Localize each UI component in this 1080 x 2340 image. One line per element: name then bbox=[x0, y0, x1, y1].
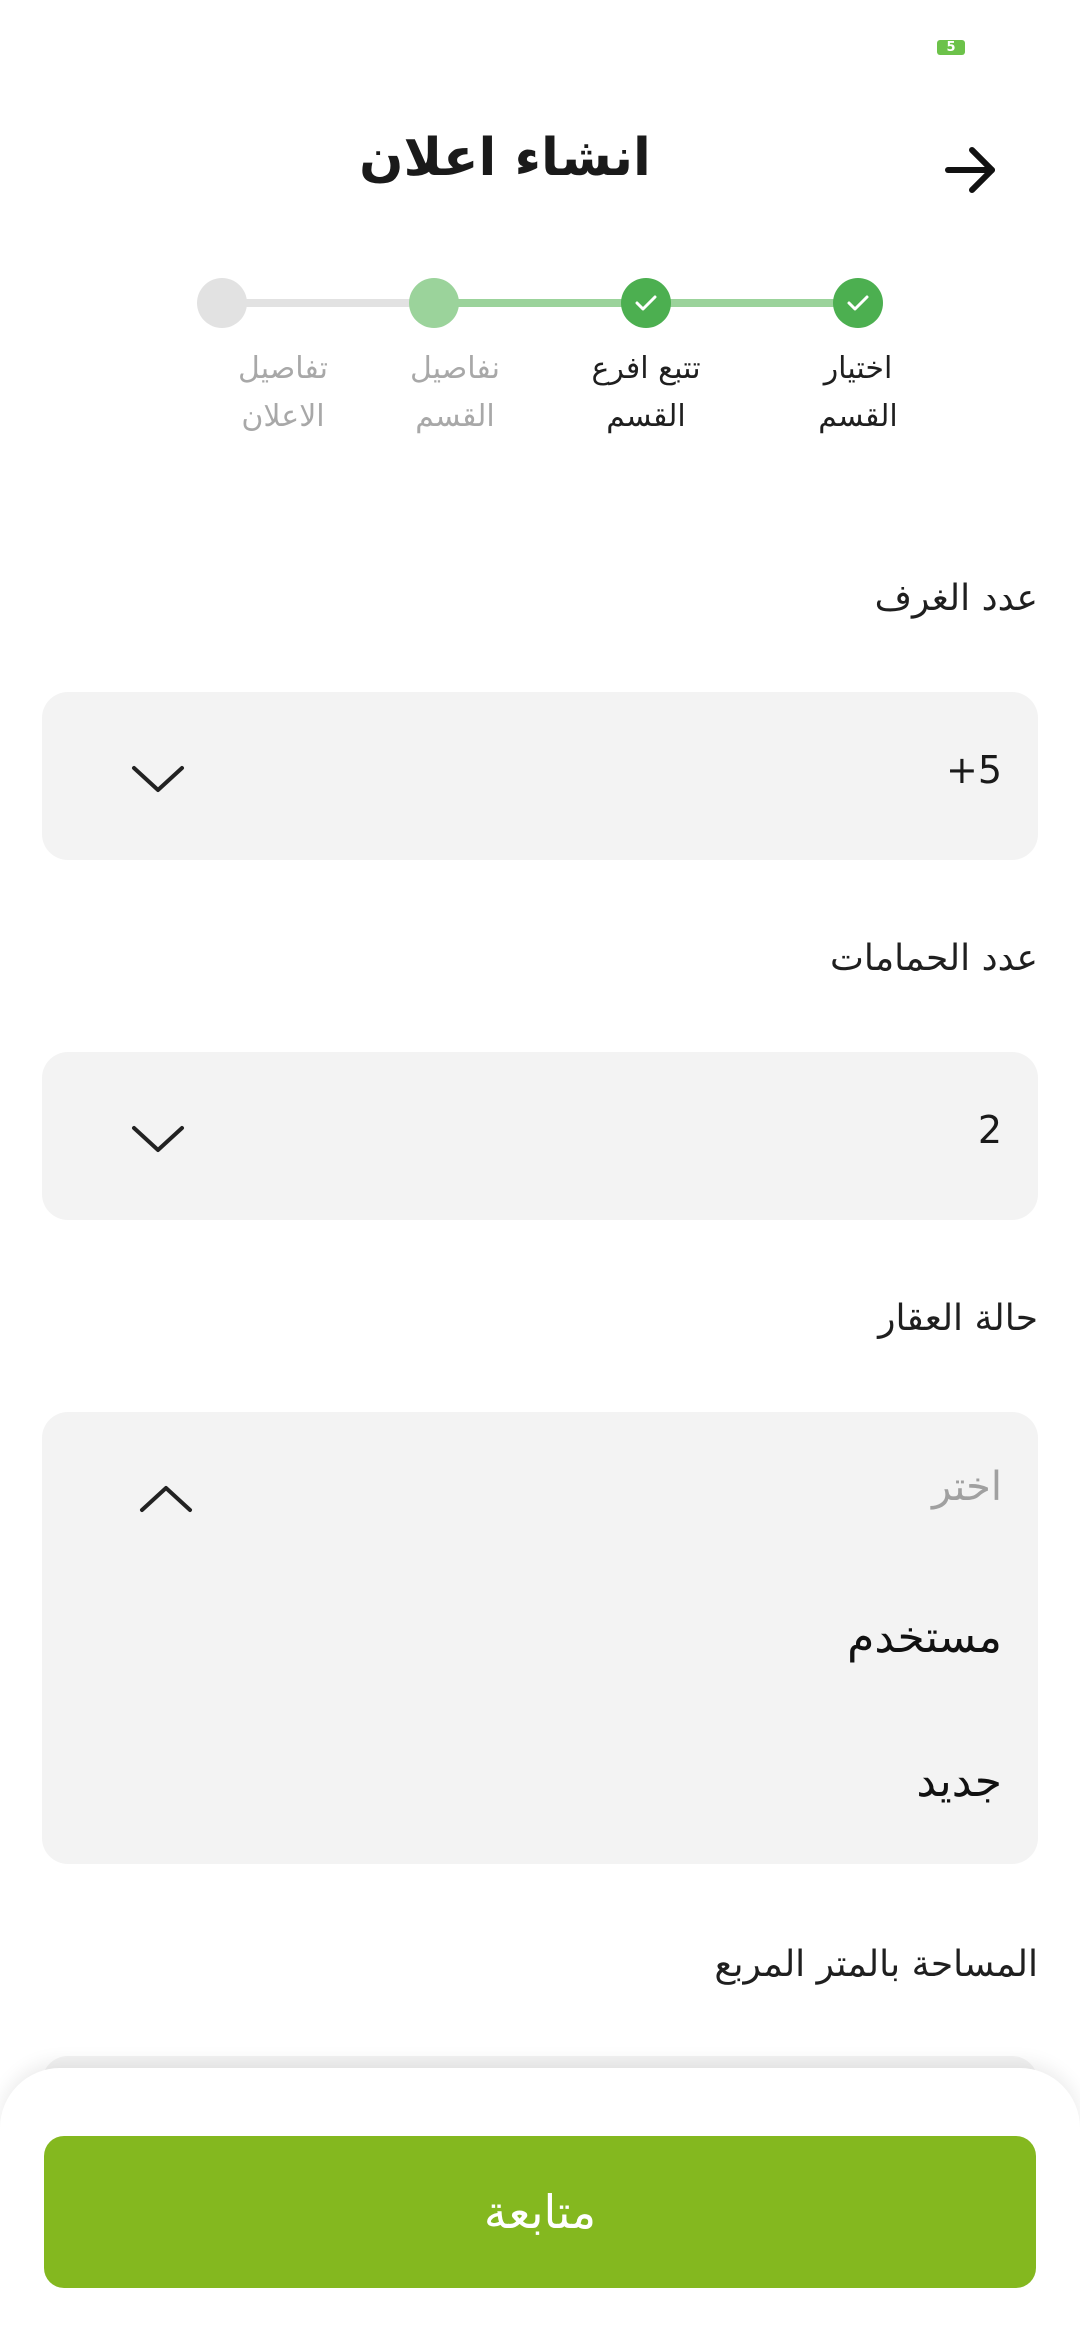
step-4-node bbox=[197, 278, 247, 328]
step-1-label: اختيار القسم bbox=[818, 351, 898, 434]
step-3-label: نفاصيل القسم bbox=[410, 351, 500, 434]
chevron-down-icon bbox=[132, 766, 184, 792]
chevron-down-icon bbox=[132, 1126, 184, 1152]
option-new[interactable]: جديد bbox=[916, 1756, 1002, 1807]
step-1-node bbox=[833, 278, 883, 328]
header: انشاء اعلان bbox=[0, 100, 1080, 230]
rooms-label: عدد الغرف bbox=[874, 578, 1038, 619]
check-icon bbox=[635, 295, 657, 311]
bottom-action-bar: متابعة bbox=[0, 2068, 1080, 2340]
condition-label: حالة العقار bbox=[878, 1298, 1038, 1339]
step-connector bbox=[432, 299, 644, 307]
progress-stepper: اختيار القسم تتبع افرع القسم نفاصيل القس… bbox=[0, 270, 1080, 450]
bathrooms-label: عدد الحمامات bbox=[830, 938, 1038, 979]
step-connector bbox=[644, 299, 856, 307]
step-connector bbox=[220, 299, 432, 307]
condition-select[interactable]: اختر مستخدم جديد bbox=[42, 1412, 1038, 1864]
battery-icon: 5 bbox=[937, 40, 965, 55]
page-title: انشاء اعلان bbox=[359, 128, 651, 188]
arrow-right-icon bbox=[945, 147, 995, 193]
condition-placeholder: اختر bbox=[932, 1464, 1002, 1510]
check-icon bbox=[847, 295, 869, 311]
option-used[interactable]: مستخدم bbox=[847, 1612, 1002, 1663]
step-2-node bbox=[621, 278, 671, 328]
status-bar: 5 bbox=[0, 0, 1080, 90]
rooms-value: 5+ bbox=[945, 748, 1002, 792]
continue-button[interactable]: متابعة bbox=[44, 2136, 1036, 2288]
rooms-select[interactable]: 5+ bbox=[42, 692, 1038, 860]
bathrooms-value: 2 bbox=[977, 1108, 1002, 1152]
back-button[interactable] bbox=[930, 130, 1010, 210]
step-2-label: تتبع افرع القسم bbox=[591, 351, 701, 434]
bathrooms-select[interactable]: 2 bbox=[42, 1052, 1038, 1220]
step-4-label: تفاصيل الاعلان bbox=[238, 351, 328, 434]
chevron-up-icon bbox=[140, 1486, 192, 1512]
area-label: المساحة بالمتر المربع bbox=[714, 1944, 1038, 1985]
step-3-node bbox=[409, 278, 459, 328]
